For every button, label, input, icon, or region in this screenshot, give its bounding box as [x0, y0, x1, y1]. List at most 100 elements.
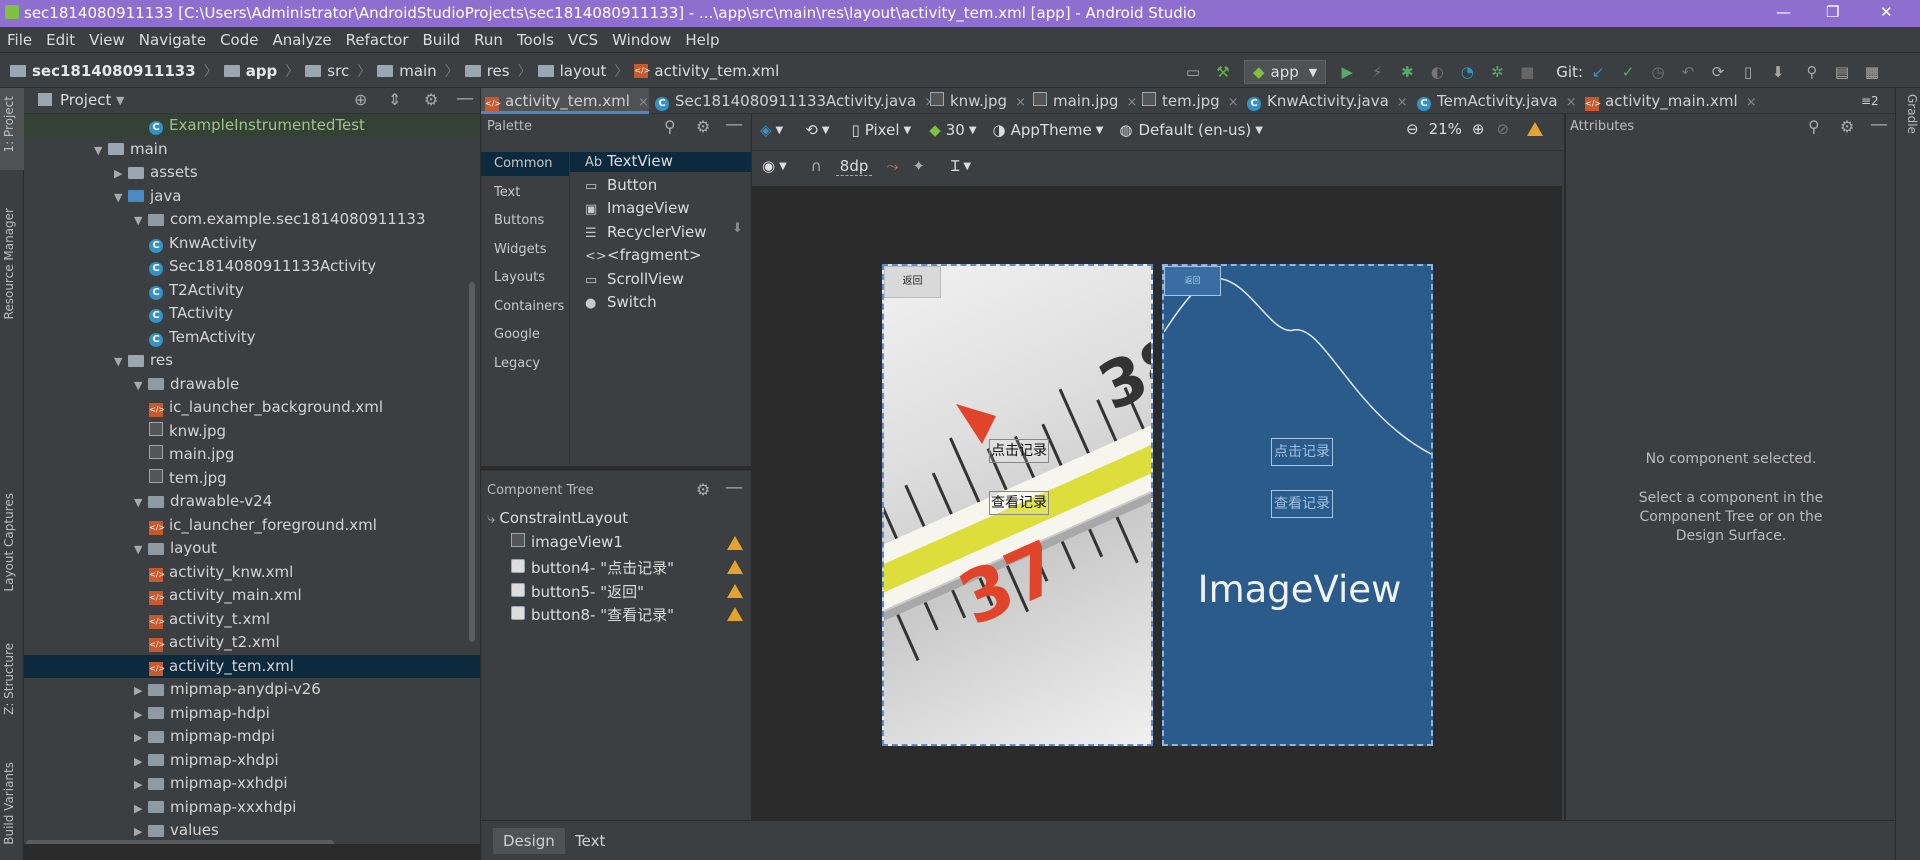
editor-tab[interactable]: knw.jpg × [926, 88, 1026, 114]
tree-node[interactable]: ▶ mipmap-xhdpi [24, 749, 480, 772]
git-history-icon[interactable]: ◷ [1649, 63, 1667, 81]
project-structure-icon[interactable]: ▤ [1833, 63, 1851, 81]
tree-node[interactable]: ▼ res [24, 349, 480, 372]
chevron-right-icon[interactable]: ▶ [114, 162, 128, 185]
close-tab-icon[interactable]: × [1126, 95, 1137, 110]
tree-node[interactable]: ▶ values [24, 819, 480, 842]
chevron-right-icon[interactable]: ▶ [134, 797, 148, 820]
tree-node[interactable]: ▶ mipmap-xxxhdpi [24, 796, 480, 819]
tool-build-variants[interactable]: Build Variants [2, 762, 22, 845]
minimize-button[interactable]: — [1776, 3, 1791, 21]
chevron-down-icon[interactable]: ▼ [134, 538, 148, 561]
run-config-select[interactable]: ◆ app ▼ [1244, 60, 1327, 84]
palette-item[interactable]: ▣ ImageView [585, 199, 690, 217]
chevron-down-icon[interactable]: ▼ [114, 350, 128, 373]
editor-tab[interactable]: tem.jpg × [1138, 88, 1239, 114]
clear-constraints-icon[interactable]: ⤳ [886, 157, 898, 175]
menu-tools[interactable]: Tools [517, 31, 554, 49]
view-records-button[interactable]: 查看记录 [989, 491, 1049, 515]
tree-node[interactable]: </> activity_knw.xml [24, 561, 480, 584]
close-tab-icon[interactable]: × [1566, 95, 1577, 110]
close-tab-icon[interactable]: × [1746, 95, 1757, 110]
menu-build[interactable]: Build [423, 31, 461, 49]
tree-item-button4[interactable]: button4- "点击记录" [511, 557, 674, 578]
gear-icon[interactable]: ⚙ [696, 117, 710, 136]
debug-icon[interactable]: ✱ [1398, 63, 1416, 81]
tree-node[interactable]: C TActivity [24, 302, 480, 325]
chevron-down-icon[interactable]: ▼ [134, 374, 148, 397]
hide-panel-icon[interactable]: — [725, 114, 743, 135]
gear-icon[interactable]: ⚙ [1840, 117, 1854, 136]
palette-item[interactable]: Ab TextView [585, 152, 673, 170]
project-view-select[interactable]: Project [60, 91, 111, 109]
zoom-fit-icon[interactable]: ⊘ [1497, 120, 1510, 138]
palette-item[interactable]: <><fragment> [585, 246, 702, 264]
blueprint-preview[interactable]: 返回 点击记录 查看记录 ImageView [1162, 264, 1433, 746]
tree-node[interactable]: ▶ mipmap-mdpi [24, 725, 480, 748]
tree-item-constraintlayout[interactable]: ⤷ ConstraintLayout [487, 509, 628, 527]
blueprint-record-button[interactable]: 点击记录 [1271, 438, 1333, 466]
search-icon[interactable]: ⚲ [664, 117, 676, 136]
hide-panel-icon[interactable]: — [725, 477, 743, 498]
tree-node[interactable]: tem.jpg [24, 467, 480, 490]
design-surface-icon[interactable]: ◈ [760, 121, 772, 139]
editor-tab[interactable]: C KnwActivity.java × [1243, 88, 1408, 114]
chevron-down-icon[interactable]: ▼ [134, 209, 148, 232]
palette-item[interactable]: ☰ RecyclerView [585, 223, 707, 241]
hide-panel-icon[interactable]: — [1870, 114, 1888, 135]
menu-analyze[interactable]: Analyze [272, 31, 331, 49]
profile-icon[interactable]: ◔ [1458, 63, 1476, 81]
tree-item-button5[interactable]: button5- "返回" [511, 581, 644, 602]
restore-button[interactable]: ❐ [1826, 3, 1839, 21]
tree-node[interactable]: </> activity_tem.xml [24, 654, 480, 678]
tree-node[interactable]: C TemActivity [24, 326, 480, 349]
chevron-right-icon[interactable]: ▶ [134, 679, 148, 702]
chevron-down-icon[interactable]: ▼ [116, 94, 124, 107]
close-tab-icon[interactable]: × [638, 95, 649, 110]
gradle-sync-icon[interactable]: ⟳ [1709, 63, 1727, 81]
tree-node[interactable]: ▼ main [24, 138, 480, 161]
breadcrumb-res[interactable]: res [487, 62, 510, 80]
chevron-down-icon[interactable]: ▼ [134, 491, 148, 514]
tree-node[interactable]: C Sec1814080911133Activity [24, 255, 480, 278]
gear-icon[interactable]: ⚙ [696, 480, 710, 499]
palette-category[interactable]: Containers [494, 299, 564, 314]
avd-manager-icon[interactable]: ▯ [1739, 63, 1757, 81]
editor-tab[interactable]: </> activity_tem.xml × [481, 88, 649, 114]
tree-node[interactable]: main.jpg [24, 443, 480, 466]
design-preview[interactable]: 38 37 返回 点击记录 查看记录 [882, 264, 1153, 746]
record-button[interactable]: 点击记录 [989, 439, 1049, 463]
breadcrumb-app[interactable]: app [246, 62, 278, 80]
back-button[interactable]: 返回 [884, 266, 941, 298]
project-tree-scrollbar[interactable] [469, 282, 475, 642]
palette-item[interactable]: ▭ Button [585, 176, 657, 194]
locale-select[interactable]: Default (en-us) [1138, 121, 1251, 139]
tool-structure[interactable]: Z: Structure [2, 643, 22, 715]
build-hammer-icon[interactable]: ⚒ [1214, 63, 1232, 81]
menu-navigate[interactable]: Navigate [139, 31, 206, 49]
tree-node[interactable]: ▼ layout [24, 537, 480, 560]
tree-node[interactable]: ▼ com.example.sec1814080911133 [24, 208, 480, 231]
search-icon[interactable]: ⚲ [1803, 63, 1821, 81]
chevron-right-icon[interactable]: ▶ [134, 750, 148, 773]
tree-node[interactable]: C ExampleInstrumentedTest [24, 114, 480, 137]
tree-node[interactable]: </> activity_main.xml [24, 584, 480, 607]
run-icon[interactable]: ▶ [1338, 63, 1356, 81]
tree-node[interactable]: ▼ java [24, 185, 480, 208]
download-icon[interactable]: ⬇ [732, 221, 743, 236]
coverage-icon[interactable]: ◐ [1428, 63, 1446, 81]
chevron-down-icon[interactable]: ▼ [94, 139, 108, 162]
api-select[interactable]: 30 [946, 121, 965, 139]
editor-tab[interactable]: </> activity_main.xml × [1581, 88, 1757, 114]
palette-item[interactable]: ▭ ScrollView [585, 270, 684, 288]
tree-item-button8[interactable]: button8- "查看记录" [511, 604, 674, 625]
blueprint-view-records-button[interactable]: 查看记录 [1271, 490, 1333, 518]
eye-icon[interactable]: ◉ [762, 157, 775, 175]
breadcrumb-main[interactable]: main [399, 62, 436, 80]
palette-category[interactable]: Google [494, 327, 540, 342]
menu-vcs[interactable]: VCS [568, 31, 598, 49]
editor-tab[interactable]: main.jpg × [1029, 88, 1137, 114]
tree-node[interactable]: ▼ drawable [24, 373, 480, 396]
close-button[interactable]: ✕ [1880, 3, 1893, 21]
tool-project[interactable]: 1: Project [2, 96, 22, 153]
